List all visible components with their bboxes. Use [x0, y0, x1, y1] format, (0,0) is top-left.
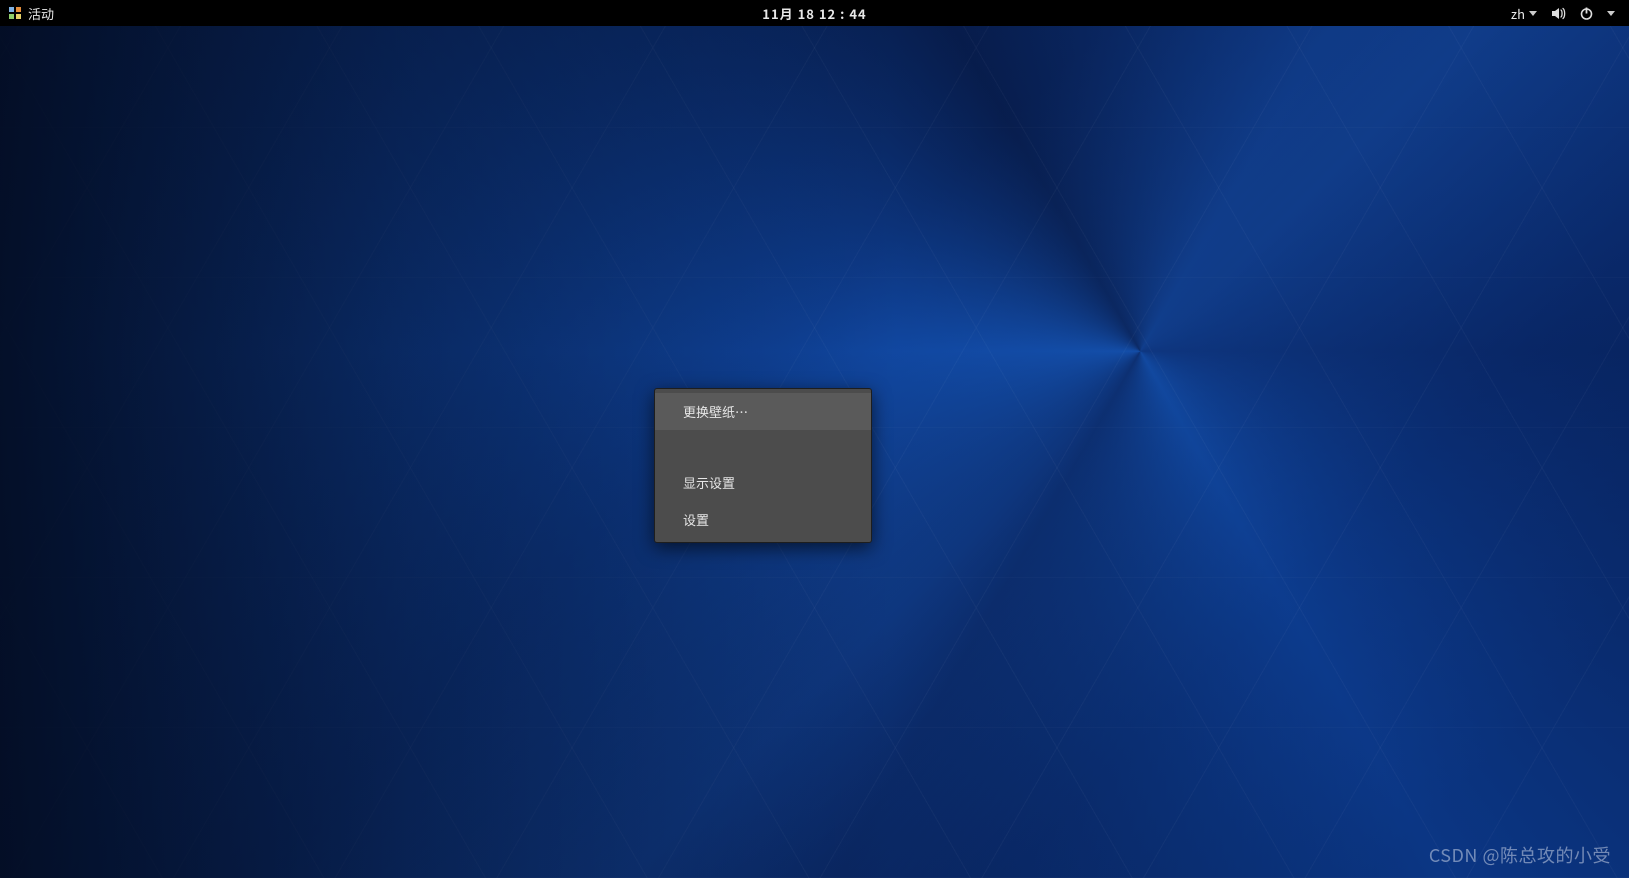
input-method-label: zh: [1511, 4, 1525, 23]
input-method-indicator[interactable]: zh: [1511, 4, 1537, 23]
menu-item-settings[interactable]: 设置: [655, 501, 871, 538]
system-menu-chevron-down-icon[interactable]: [1607, 11, 1615, 16]
activities-icon[interactable]: [8, 6, 22, 20]
clock[interactable]: 11月 18 12 : 44: [762, 4, 866, 23]
watermark-text: CSDN @陈总攻的小受: [1429, 842, 1611, 868]
activities-button[interactable]: 活动: [28, 4, 54, 23]
top-panel: 活动 11月 18 12 : 44 zh: [0, 0, 1629, 26]
menu-spacer: [655, 430, 871, 464]
volume-icon[interactable]: [1551, 7, 1566, 20]
chevron-down-icon: [1529, 11, 1537, 16]
menu-item-display-settings[interactable]: 显示设置: [655, 464, 871, 501]
desktop-context-menu: 更换壁纸… 显示设置 设置: [654, 388, 872, 543]
power-icon[interactable]: [1580, 7, 1593, 20]
menu-item-change-wallpaper[interactable]: 更换壁纸…: [655, 393, 871, 430]
